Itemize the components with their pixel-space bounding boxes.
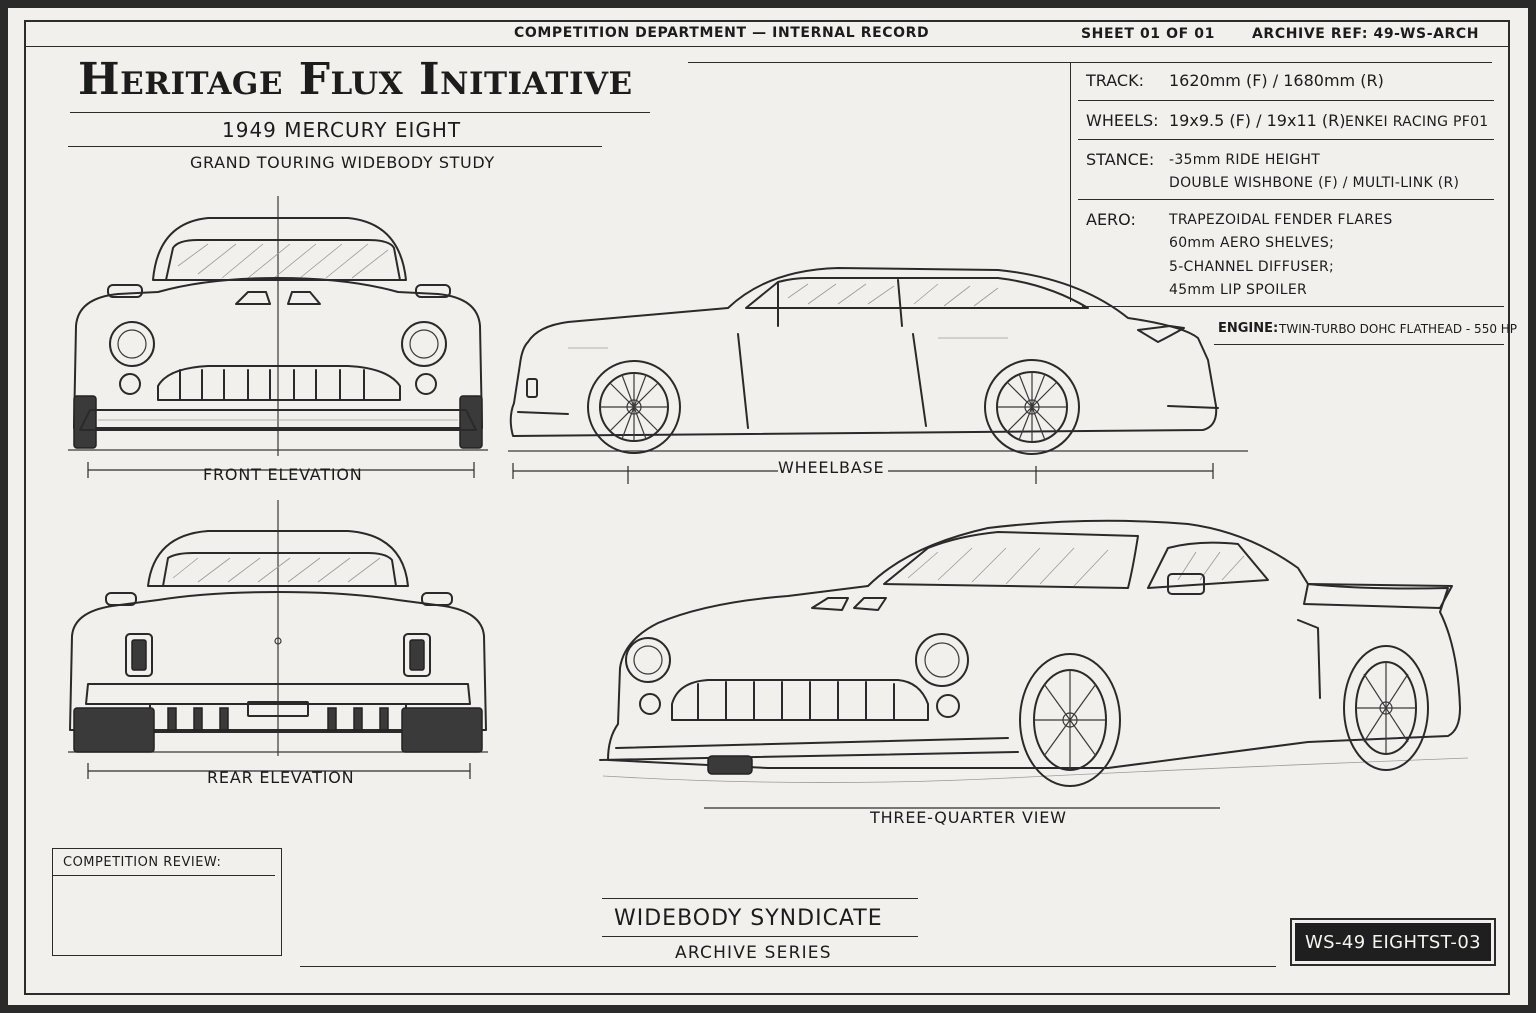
review-label-rule [53,875,275,876]
spec-rule-3 [1078,199,1494,200]
front-elevation-caption: FRONT ELEVATION [203,465,363,484]
department-label: COMPETITION DEPARTMENT — INTERNAL RECORD [514,25,930,41]
spec-rule-1 [1078,100,1494,101]
series-name: ARCHIVE SERIES [675,943,832,963]
code-plate-inner: WS-49 EIGHTST-03 [1295,923,1491,961]
wheels-brand: ENKEI RACING PF01 [1345,114,1489,130]
aero-line-1: TRAPEZOIDAL FENDER FLARES [1169,212,1393,228]
three-quarter-drawing [599,519,1469,809]
spec-rule-5 [1214,344,1504,345]
brand-name: WIDEBODY SYNDICATE [614,906,883,931]
engine-value: TWIN-TURBO DOHC FLATHEAD - 550 HP [1279,322,1518,336]
rear-elevation-caption: REAR ELEVATION [207,768,355,787]
model-underline [68,146,602,147]
three-quarter-caption: THREE-QUARTER VIEW [870,808,1067,827]
title-underline [70,112,650,113]
study-name: GRAND TOURING WIDEBODY STUDY [190,153,495,172]
spec-left-rule [1070,62,1071,302]
footer-bottom-rule [300,966,1276,967]
page-title: Heritage Flux Initiative [78,54,633,105]
sheet-number: SHEET 01 OF 01 [1081,26,1215,42]
archive-ref: ARCHIVE REF: 49-WS-ARCH [1252,26,1480,42]
stance-line-1: -35mm RIDE HEIGHT [1169,152,1321,168]
code-plate: WS-49 EIGHTST-03 [1290,918,1496,966]
stance-label: STANCE: [1086,150,1155,169]
drawing-code: WS-49 EIGHTST-03 [1304,931,1482,953]
brand-top-rule [602,898,918,899]
track-value: 1620mm (F) / 1680mm (R) [1169,71,1384,90]
model-name: 1949 MERCURY EIGHT [222,118,462,142]
wheels-value: 19x9.5 (F) / 19x11 (R) [1169,111,1346,130]
aero-line-4: 45mm LIP SPOILER [1169,282,1308,298]
aero-line-2: 60mm AERO SHELVES; [1169,235,1335,251]
spec-top-rule [688,62,1492,63]
spec-rule-2 [1078,139,1494,140]
competition-review-label: COMPETITION REVIEW: [63,855,222,870]
wheels-label: WHEELS: [1086,111,1159,130]
blueprint-sheet: COMPETITION DEPARTMENT — INTERNAL RECORD… [8,8,1528,1005]
wheelbase-caption: WHEELBASE [778,458,885,477]
track-label: TRACK: [1086,71,1144,90]
stance-line-2: DOUBLE WISHBONE (F) / MULTI-LINK (R) [1169,175,1460,191]
aero-line-3: 5-CHANNEL DIFFUSER; [1169,259,1335,275]
engine-label: ENGINE: [1218,321,1279,336]
brand-bottom-rule [602,936,918,937]
aero-label: AERO: [1086,210,1136,229]
header-divider [24,46,1510,47]
spec-rule-4 [1082,306,1504,307]
competition-review-box[interactable]: COMPETITION REVIEW: [52,848,282,956]
